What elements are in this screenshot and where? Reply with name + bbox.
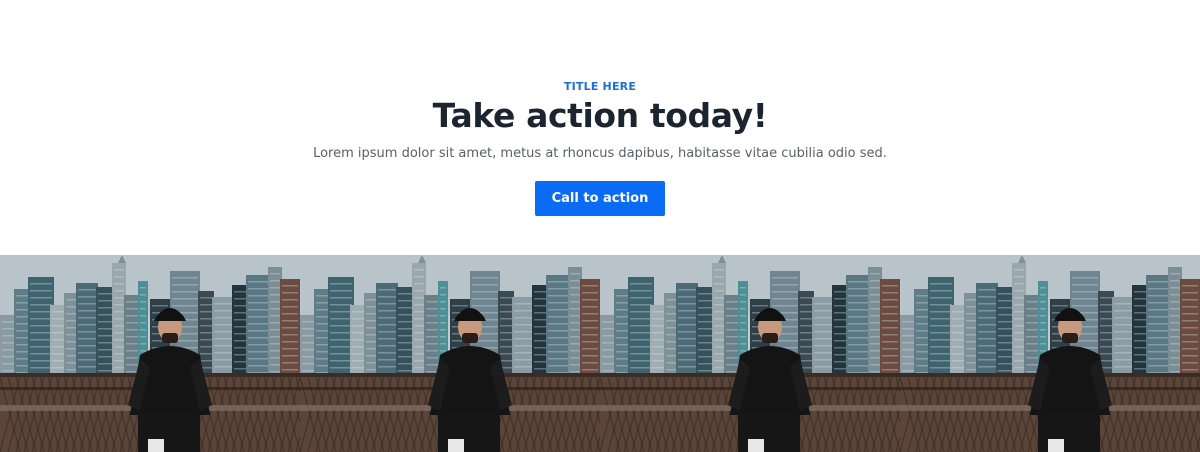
eyebrow-label: TITLE HERE: [563, 80, 637, 93]
page-title: Take action today!: [432, 96, 768, 135]
hero-section: TITLE HERE Take action today! Lorem ipsu…: [0, 0, 1200, 255]
city-skyline-photo: [300, 255, 600, 452]
gallery-photo-1: [0, 255, 300, 452]
call-to-action-button[interactable]: Call to action: [535, 181, 665, 216]
hero-description: Lorem ipsum dolor sit amet, metus at rho…: [313, 146, 887, 161]
gallery-photo-3: [600, 255, 900, 452]
city-skyline-photo: [900, 255, 1200, 452]
city-skyline-photo: [0, 255, 300, 452]
photo-gallery: [0, 255, 1200, 452]
gallery-photo-4: [900, 255, 1200, 452]
city-skyline-photo: [600, 255, 900, 452]
gallery-photo-2: [300, 255, 600, 452]
